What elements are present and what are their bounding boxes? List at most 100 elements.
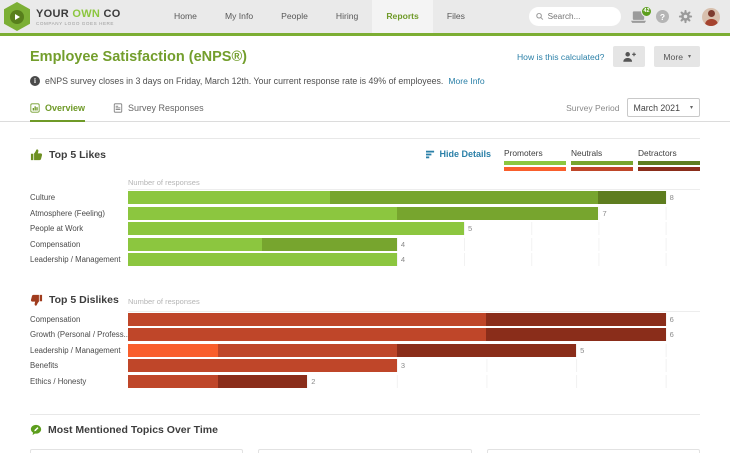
tab-survey-responses[interactable]: Survey Responses — [113, 103, 204, 122]
bar-value: 6 — [669, 314, 674, 324]
nav-item-hiring[interactable]: Hiring — [322, 0, 372, 33]
survey-period-select[interactable]: March 2021 ▾ — [626, 98, 700, 117]
search-box[interactable] — [529, 7, 621, 26]
survey-period-label: Survey Period — [566, 102, 620, 113]
chart-row: Culture 8 — [30, 190, 700, 206]
page-header: Employee Satisfaction (eNPS®) How is thi… — [0, 36, 730, 93]
how-calculated-link[interactable]: How is this calculated? — [517, 52, 604, 62]
legend-swatch-likes — [571, 161, 633, 165]
nav-item-home[interactable]: Home — [160, 0, 211, 33]
more-button[interactable]: More ▾ — [654, 46, 700, 67]
brand-word-1: YOUR — [36, 7, 69, 20]
bar-track: 4 — [128, 237, 700, 251]
stacked-bar[interactable] — [128, 253, 397, 267]
chart-row: Growth (Personal / Profess... 6 — [30, 327, 700, 343]
stacked-bar[interactable] — [128, 222, 465, 236]
stacked-bar[interactable] — [128, 237, 397, 251]
more-info-link[interactable]: More Info — [448, 76, 484, 86]
stacked-bar[interactable] — [128, 328, 666, 342]
bar-segment-promoters — [128, 206, 397, 220]
tab-label: Overview — [45, 103, 86, 113]
bar-segment-neutrals — [128, 359, 397, 373]
stacked-bar[interactable] — [128, 343, 577, 357]
legend-item-detractors: Detractors — [638, 148, 700, 173]
likes-title-text: Top 5 Likes — [49, 148, 106, 161]
bar-category-label: Growth (Personal / Profess... — [30, 330, 128, 340]
stacked-bar[interactable] — [128, 374, 308, 388]
help-button[interactable]: ? — [656, 10, 669, 23]
likes-axis-label: Number of responses — [128, 178, 200, 187]
thumbs-down-icon — [30, 294, 43, 306]
main-nav: Home My Info People Hiring Reports Files — [160, 0, 479, 33]
brand-word-2: OWN — [72, 7, 101, 20]
nav-item-files[interactable]: Files — [433, 0, 479, 33]
dislikes-axis-label: Number of responses — [128, 296, 200, 306]
bar-segment-promoters — [128, 191, 330, 205]
bar-segment-promoters — [128, 222, 465, 236]
bar-segment-neutrals — [128, 374, 218, 388]
help-icon: ? — [656, 10, 669, 23]
nav-item-reports[interactable]: Reports — [372, 0, 433, 33]
bar-segment-neutrals — [329, 191, 599, 205]
nav-item-people[interactable]: People — [267, 0, 322, 33]
gear-icon — [678, 9, 693, 24]
search-icon — [536, 12, 544, 20]
user-avatar[interactable] — [702, 7, 720, 26]
stacked-bar[interactable] — [128, 359, 397, 373]
hide-details-link[interactable]: Hide Details — [426, 148, 491, 159]
stacked-bar[interactable] — [128, 206, 599, 220]
survey-responses-icon — [113, 103, 123, 113]
bar-value: 5 — [468, 224, 473, 234]
logo-text: YOUR OWN CO COMPANY LOGO GOES HERE — [36, 8, 121, 26]
bar-category-label: Compensation — [30, 239, 81, 249]
topic-card[interactable] — [30, 449, 244, 453]
section-divider — [30, 414, 700, 415]
bar-segment-detractors — [486, 328, 666, 342]
tab-bar: Overview Survey Responses Survey Period M… — [0, 93, 730, 122]
notifications-button[interactable]: 42 — [630, 5, 652, 24]
likes-chart: Culture 8 Atmosphere (Feeling) 7 People at W… — [30, 189, 700, 268]
bar-track: 5 — [128, 222, 700, 236]
add-person-button[interactable] — [613, 46, 646, 67]
main-content: Top 5 Likes Hide Details Promoters Neutra… — [0, 138, 730, 453]
top-nav: YOUR OWN CO COMPANY LOGO GOES HERE Home M… — [0, 0, 730, 33]
page-title: Employee Satisfaction (eNPS®) — [30, 48, 247, 65]
tab-overview[interactable]: Overview — [30, 103, 86, 122]
bar-segment-neutrals — [128, 328, 487, 342]
topic-card[interactable] — [258, 449, 472, 453]
bar-track: 6 — [128, 328, 700, 342]
bar-category-label: Atmosphere (Feeling) — [30, 208, 105, 218]
bar-segment-promoters — [128, 343, 218, 357]
bar-value: 7 — [602, 208, 607, 218]
bar-segment-promoters — [128, 253, 397, 267]
company-logo[interactable]: YOUR OWN CO COMPANY LOGO GOES HERE — [0, 2, 148, 31]
bar-value: 4 — [400, 255, 405, 265]
info-icon: i — [30, 76, 40, 86]
nav-item-my-info[interactable]: My Info — [211, 0, 267, 33]
chart-row: Atmosphere (Feeling) 7 — [30, 206, 700, 222]
topic-card[interactable] — [486, 449, 700, 453]
legend-swatch-likes — [638, 161, 700, 165]
topic-cards — [30, 449, 700, 453]
stacked-bar[interactable] — [128, 191, 666, 205]
settings-button[interactable] — [678, 9, 693, 24]
tabs: Overview Survey Responses — [30, 103, 204, 122]
bar-segment-neutrals — [128, 312, 487, 326]
chart-row: People at Work 5 — [30, 221, 700, 237]
bar-track: 2 — [128, 374, 700, 388]
chart-row: Leadership / Management 4 — [30, 252, 700, 268]
stacked-bar[interactable] — [128, 312, 666, 326]
more-button-label: More — [663, 51, 683, 62]
chart-legend: Hide Details Promoters Neutrals Detractors — [426, 148, 700, 173]
info-text: eNPS survey closes in 3 days on Friday, … — [45, 76, 444, 86]
search-input[interactable] — [547, 12, 614, 21]
section-divider — [30, 138, 700, 139]
brand-word-3: CO — [103, 7, 121, 20]
thumbs-up-icon — [30, 149, 43, 161]
legend-swatch-dislikes — [571, 167, 633, 171]
bar-track: 3 — [128, 359, 700, 373]
bar-segment-detractors — [217, 374, 308, 388]
chart-row: Leadership / Management 5 — [30, 343, 700, 359]
speech-bubble-icon — [30, 424, 42, 436]
legend-item-neutrals: Neutrals — [571, 148, 633, 173]
